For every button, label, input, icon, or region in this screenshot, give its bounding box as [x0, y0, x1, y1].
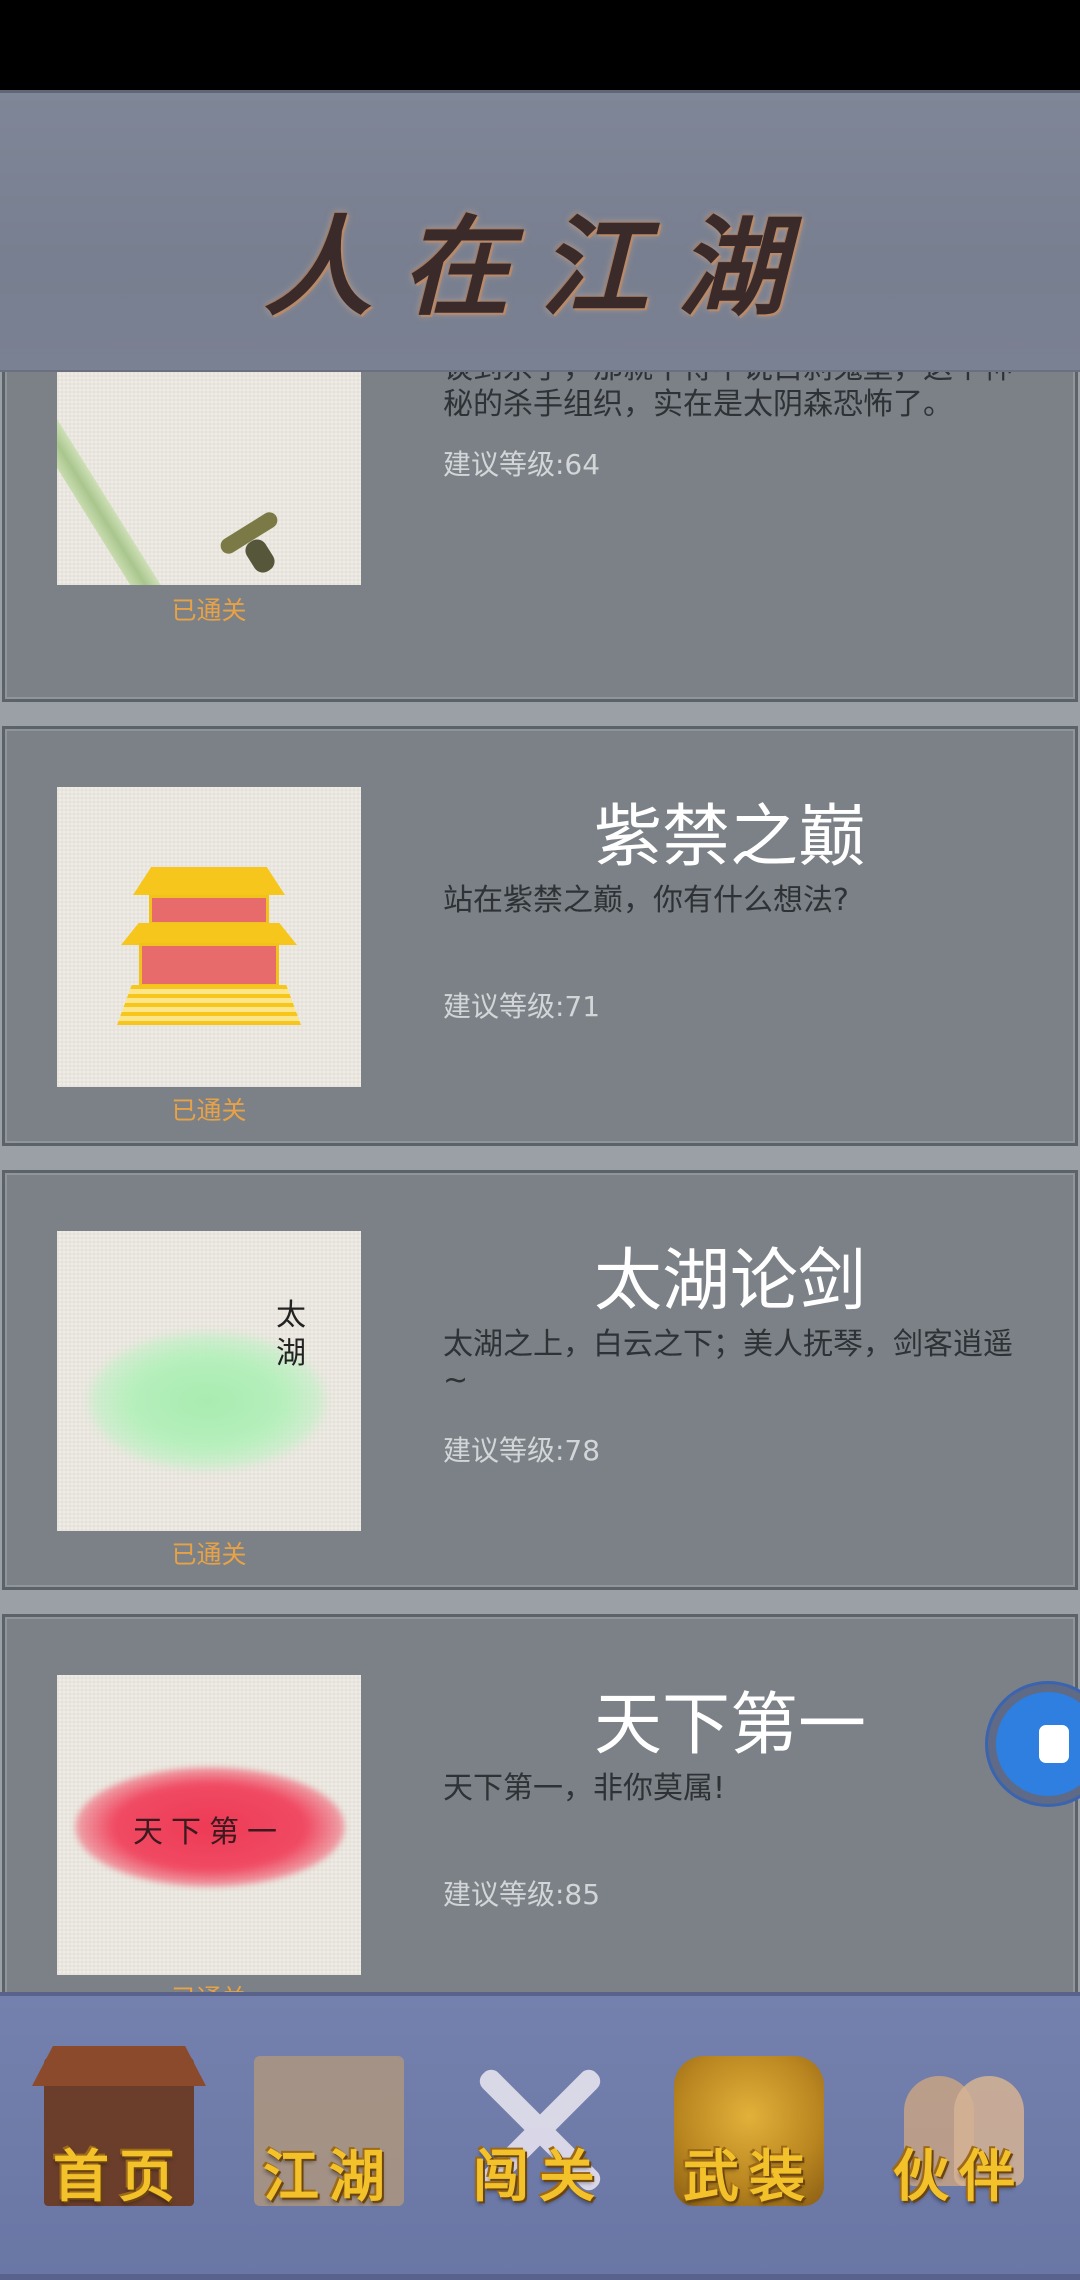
tab-challenge[interactable]: 闯关 [444, 2036, 634, 2236]
level-recommended: 建议等级:71 [443, 990, 601, 1023]
tab-equipment[interactable]: 武装 [654, 2036, 844, 2236]
tab-partners[interactable]: 伙伴 [864, 2036, 1054, 2236]
assistant-icon [1036, 1722, 1072, 1766]
status-bar [0, 0, 1080, 90]
level-description: 谈到杀手，那就不得不说白刹鬼堡，这个神秘的杀手组织，实在是太阴森恐怖了。 [443, 372, 1013, 422]
level-recommended: 建议等级:78 [443, 1434, 601, 1467]
page-header: 人在江湖 [0, 90, 1080, 372]
level-thumbnail [57, 787, 361, 1087]
level-thumbnail: 天下第一 [57, 1675, 361, 1975]
level-status: 已通关 [171, 1540, 247, 1569]
level-description: 天下第一，非你莫属! [443, 1771, 726, 1806]
tab-label: 武装 [683, 2144, 815, 2210]
level-title: 紫禁之巅 [593, 798, 866, 877]
tab-bar-edge [0, 2274, 1080, 2280]
tab-label: 闯关 [473, 2144, 605, 2210]
bottom-tab-bar: 首页 江湖 闯关 武装 伙伴 [0, 1992, 1080, 2280]
level-title: 天下第一 [593, 1686, 866, 1765]
level-card[interactable]: 已通关 紫禁之巅 站在紫禁之巅，你有什么想法? 建议等级:71 [2, 726, 1078, 1146]
page-title: 人在江湖 [263, 205, 816, 331]
level-thumbnail: 太湖 [57, 1231, 361, 1531]
level-card[interactable]: 已通关 谈到杀手，那就不得不说白刹鬼堡，这个神秘的杀手组织，实在是太阴森恐怖了。… [2, 372, 1078, 702]
palace-icon [117, 867, 301, 1027]
level-status: 已通关 [57, 1979, 361, 1992]
thumbnail-caption: 天下第一 [133, 1815, 285, 1850]
level-recommended: 建议等级:64 [443, 448, 601, 481]
tab-label: 伙伴 [893, 2144, 1025, 2210]
tab-jianghu[interactable]: 江湖 [234, 2036, 424, 2236]
level-thumbnail [57, 372, 361, 585]
level-title: 太湖论剑 [593, 1242, 866, 1321]
tab-home[interactable]: 首页 [24, 2036, 214, 2236]
tab-label: 首页 [53, 2144, 185, 2210]
level-status: 已通关 [171, 1096, 247, 1125]
level-card[interactable]: 太湖 已通关 太湖论剑 太湖之上，白云之下；美人抚琴，剑客逍遥~ 建议等级:78 [2, 1170, 1078, 1590]
level-card[interactable]: 天下第一 已通关 天下第一 天下第一，非你莫属! 建议等级:85 [2, 1614, 1078, 1992]
level-description: 站在紫禁之巅，你有什么想法? [443, 883, 849, 918]
level-recommended: 建议等级:85 [443, 1878, 601, 1911]
thumbnail-caption: 太湖 [276, 1298, 306, 1371]
level-description: 太湖之上，白云之下；美人抚琴，剑客逍遥~ [443, 1327, 1013, 1398]
level-list[interactable]: 已通关 谈到杀手，那就不得不说白刹鬼堡，这个神秘的杀手组织，实在是太阴森恐怖了。… [0, 372, 1080, 1992]
level-status: 已通关 [171, 596, 247, 625]
tab-label: 江湖 [263, 2144, 395, 2210]
